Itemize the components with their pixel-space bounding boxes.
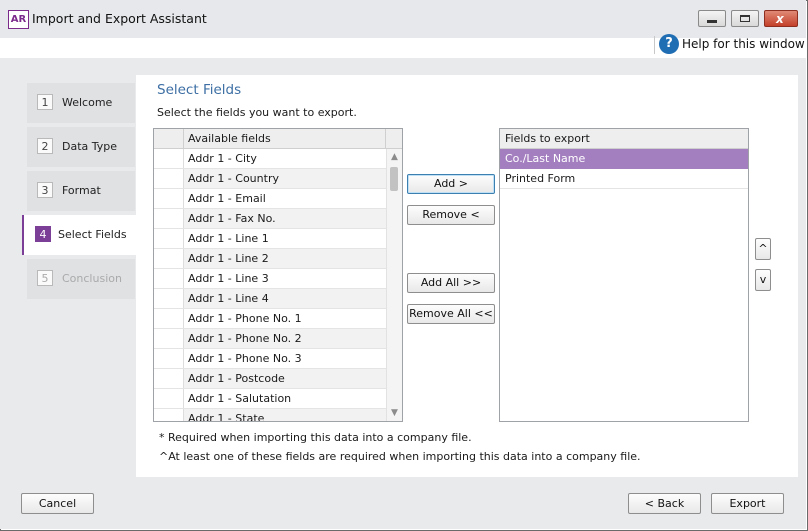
page-title: Select Fields (157, 82, 242, 98)
available-field-row[interactable]: Addr 1 - Fax No. (154, 209, 386, 229)
available-field-row[interactable]: Addr 1 - Phone No. 2 (154, 329, 386, 349)
field-name: Addr 1 - Phone No. 2 (188, 332, 302, 345)
available-field-row[interactable]: Addr 1 - Line 1 (154, 229, 386, 249)
row-select-cell[interactable] (154, 369, 184, 388)
export-field-row[interactable]: Printed Form (500, 169, 748, 189)
step-number: 4 (35, 226, 51, 242)
back-button[interactable]: < Back (628, 493, 701, 514)
available-field-row[interactable]: Addr 1 - Line 4 (154, 289, 386, 309)
row-select-cell[interactable] (154, 349, 184, 368)
maximize-button[interactable] (731, 10, 759, 27)
available-field-row[interactable]: Addr 1 - Salutation (154, 389, 386, 409)
available-fields-list[interactable]: Available fields Addr 1 - City Addr 1 - C… (153, 128, 403, 422)
selection-column-header (154, 129, 184, 149)
row-select-cell[interactable] (154, 309, 184, 328)
field-name: Addr 1 - Line 3 (188, 272, 269, 285)
available-field-row[interactable]: Addr 1 - City (154, 149, 386, 169)
row-select-cell[interactable] (154, 269, 184, 288)
app-logo: AR (8, 10, 29, 29)
scroll-down-icon[interactable]: ▼ (387, 405, 402, 421)
remove-all-button[interactable]: Remove All << (407, 304, 495, 324)
add-button[interactable]: Add > (407, 174, 495, 194)
row-select-cell[interactable] (154, 249, 184, 268)
field-name: Addr 1 - Email (188, 192, 266, 205)
field-name: Addr 1 - Fax No. (188, 212, 276, 225)
available-field-row[interactable]: Addr 1 - State (154, 409, 386, 422)
field-name: Addr 1 - City (188, 152, 257, 165)
available-field-row[interactable]: Addr 1 - Line 3 (154, 269, 386, 289)
row-select-cell[interactable] (154, 209, 184, 228)
remove-button[interactable]: Remove < (407, 205, 495, 225)
available-field-row[interactable]: Addr 1 - Country (154, 169, 386, 189)
step-select-fields[interactable]: 4 Select Fields (22, 215, 136, 255)
fields-to-export-header: Fields to export (500, 129, 748, 149)
row-select-cell[interactable] (154, 189, 184, 208)
step-conclusion: 5 Conclusion (27, 259, 135, 299)
field-name: Addr 1 - Salutation (188, 392, 292, 405)
move-up-button[interactable]: ^ (755, 238, 771, 260)
field-name: Addr 1 - Phone No. 1 (188, 312, 302, 325)
help-link[interactable]: Help for this window (682, 37, 805, 51)
field-name: Addr 1 - Line 1 (188, 232, 269, 245)
row-select-cell[interactable] (154, 289, 184, 308)
step-number: 2 (37, 138, 53, 154)
step-format[interactable]: 3 Format (27, 171, 135, 211)
maximize-icon (740, 15, 750, 22)
close-icon: x (776, 12, 784, 26)
available-field-row[interactable]: Addr 1 - Phone No. 3 (154, 349, 386, 369)
field-name: Addr 1 - Line 2 (188, 252, 269, 265)
step-welcome[interactable]: 1 Welcome (27, 83, 135, 123)
cancel-button[interactable]: Cancel (21, 493, 94, 514)
field-name: Addr 1 - Line 4 (188, 292, 269, 305)
step-label: Data Type (62, 140, 118, 153)
field-name: Addr 1 - Postcode (188, 372, 285, 385)
title-bar: AR Import and Export Assistant x (0, 0, 806, 38)
add-all-button[interactable]: Add All >> (407, 273, 495, 293)
minimize-button[interactable] (698, 10, 726, 27)
step-number: 1 (37, 94, 53, 110)
available-fields-header: Available fields (184, 129, 386, 149)
export-field-row[interactable]: Co./Last Name (500, 149, 748, 169)
row-select-cell[interactable] (154, 409, 184, 421)
header-corner (386, 129, 402, 149)
step-data-type[interactable]: 2 Data Type (27, 127, 135, 167)
at-least-one-note: ^At least one of these fields are requir… (159, 450, 641, 463)
field-name: Addr 1 - Phone No. 3 (188, 352, 302, 365)
available-field-row[interactable]: Addr 1 - Line 2 (154, 249, 386, 269)
row-select-cell[interactable] (154, 389, 184, 408)
field-name: Addr 1 - State (188, 412, 265, 422)
available-field-row[interactable]: Addr 1 - Postcode (154, 369, 386, 389)
scroll-thumb[interactable] (390, 167, 398, 191)
available-field-row[interactable]: Addr 1 - Phone No. 1 (154, 309, 386, 329)
row-select-cell[interactable] (154, 329, 184, 348)
required-note: * Required when importing this data into… (159, 431, 472, 444)
help-divider (654, 36, 655, 54)
move-down-button[interactable]: v (755, 269, 771, 291)
instructions-text: Select the fields you want to export. (157, 106, 357, 119)
close-button[interactable]: x (764, 10, 798, 27)
step-number: 5 (37, 270, 53, 286)
step-label: Conclusion (62, 272, 122, 285)
help-icon[interactable]: ? (659, 34, 679, 54)
step-label: Format (62, 184, 101, 197)
available-field-row[interactable]: Addr 1 - Email (154, 189, 386, 209)
row-select-cell[interactable] (154, 149, 184, 168)
scroll-up-icon[interactable]: ▲ (387, 149, 402, 165)
minimize-icon (707, 20, 717, 23)
step-number: 3 (37, 182, 53, 198)
window-title: Import and Export Assistant (32, 11, 207, 26)
step-label: Welcome (62, 96, 113, 109)
step-label: Select Fields (58, 228, 127, 241)
fields-to-export-list[interactable]: Fields to export Co./Last Name Printed Fo… (499, 128, 749, 422)
row-select-cell[interactable] (154, 169, 184, 188)
field-name: Addr 1 - Country (188, 172, 279, 185)
available-scrollbar[interactable]: ▲ ▼ (386, 149, 402, 421)
export-button[interactable]: Export (711, 493, 784, 514)
row-select-cell[interactable] (154, 229, 184, 248)
